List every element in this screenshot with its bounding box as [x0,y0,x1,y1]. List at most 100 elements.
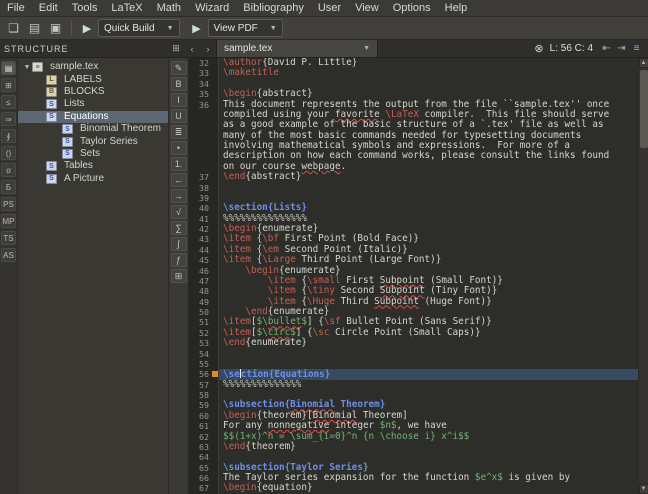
line-number[interactable]: 52 [189,328,211,338]
tikz-icon[interactable]: TS [1,231,16,245]
goto-prev-mark-icon[interactable]: ⇤ [599,43,614,54]
editor-line-53[interactable]: 53 \end{enumerate} [189,338,638,348]
menu-file[interactable]: File [0,1,32,15]
align-icon[interactable]: ≣ [171,125,187,139]
menu-view[interactable]: View [348,1,386,15]
editor-rows[interactable]: 32 \author{David P. Little} 33 \maketitle 34… [189,58,638,494]
scrollbar-thumb[interactable] [640,70,648,148]
line-number[interactable] [189,120,211,130]
misc-math-symbols-icon[interactable]: ∮ [1,129,16,143]
integral-icon[interactable]: ∫ [171,237,187,251]
structure-item-lists[interactable]: SLists [18,98,168,110]
greek-letters-icon[interactable]: α [1,163,16,177]
structure-item-blocks[interactable]: BBLOCKS [18,86,168,98]
enumerate-icon[interactable]: 1. [171,157,187,171]
run-view-pdf-icon[interactable]: ▶ [188,19,206,37]
code-text[interactable] [219,349,638,359]
pstricks-icon[interactable]: PS [1,197,16,211]
line-number[interactable]: 67 [189,483,211,493]
line-number[interactable]: 49 [189,297,211,307]
line-number[interactable]: 64 [189,452,211,462]
menu-math[interactable]: Math [150,1,188,15]
structure-item-equations[interactable]: SEquations [18,111,168,123]
line-number[interactable]: 58 [189,390,211,400]
line-number[interactable]: 34 [189,79,211,89]
quick-build-dropdown[interactable]: Quick Build ▼ [98,19,180,37]
view-pdf-dropdown[interactable]: View PDF ▼ [208,19,283,37]
cyrillic-letters-icon[interactable]: Б [1,180,16,194]
line-number[interactable]: 38 [189,183,211,193]
scroll-down-icon[interactable]: ▼ [639,484,648,494]
right-arrow-icon[interactable]: → [171,189,187,203]
open-file-icon[interactable]: ▤ [25,19,44,37]
scroll-up-icon[interactable]: ▲ [639,58,648,68]
line-number[interactable]: 40 [189,203,211,213]
line-number[interactable] [189,162,211,172]
line-number[interactable]: 32 [189,58,211,68]
close-document-icon[interactable]: ⊗ [534,42,543,55]
menu-edit[interactable]: Edit [32,1,65,15]
code-text[interactable]: \end{theorem} [219,442,638,452]
menu-help[interactable]: Help [438,1,475,15]
itemize-icon[interactable]: • [171,141,187,155]
editor-line-63[interactable]: 63 \end{theorem} [189,442,638,452]
sum-icon[interactable]: ∑ [171,221,187,235]
line-number[interactable]: 47 [189,276,211,286]
code-text[interactable]: %%%%%%%%%%%%%% [219,380,638,390]
code-text[interactable]: \end{enumerate} [219,338,638,348]
line-number[interactable]: 60 [189,411,211,421]
line-number[interactable]: 63 [189,442,211,452]
menu-bibliography[interactable]: Bibliography [236,1,311,15]
editor-line-54[interactable]: 54 [189,349,638,359]
metapost-icon[interactable]: MP [1,214,16,228]
tab-dropdown-icon[interactable]: ▼ [363,45,370,52]
line-number[interactable]: 48 [189,286,211,296]
line-number[interactable] [189,141,211,151]
editor-line-67[interactable]: 67\begin{equation} [189,483,638,493]
tab-scroll-left-icon[interactable]: ‹ [185,42,199,56]
line-number[interactable]: 59 [189,400,211,410]
italic-icon[interactable]: I [171,93,187,107]
code-text[interactable] [219,183,638,193]
line-number[interactable]: 62 [189,432,211,442]
matrix-icon[interactable]: ⊞ [171,269,187,283]
line-number[interactable]: 33 [189,68,211,78]
code-text[interactable]: \author{David P. Little} [219,58,638,68]
underline-icon[interactable]: U [171,109,187,123]
asymptote-icon[interactable]: AS [1,248,16,262]
save-file-icon[interactable]: ▣ [46,19,65,37]
menu-latex[interactable]: LaTeX [104,1,149,15]
code-text[interactable] [219,359,638,369]
line-number[interactable]: 42 [189,224,211,234]
line-number[interactable]: 35 [189,89,211,99]
line-number[interactable]: 54 [189,349,211,359]
line-number[interactable]: 46 [189,266,211,276]
menu-user[interactable]: User [311,1,348,15]
edit-icon[interactable]: ✎ [171,61,187,75]
menu-options[interactable]: Options [386,1,438,15]
code-text[interactable]: \end{abstract} [219,172,638,182]
delimiters-icon[interactable]: () [1,146,16,160]
menu-wizard[interactable]: Wizard [188,1,236,15]
structure-panel-icon[interactable]: ▤ [1,61,16,75]
editor-line-57[interactable]: 57%%%%%%%%%%%%%% [189,380,638,390]
code-text[interactable]: \maketitle [219,68,638,78]
new-file-icon[interactable]: ❏ [4,19,23,37]
line-number[interactable]: 43 [189,234,211,244]
line-number[interactable]: 65 [189,463,211,473]
tree-expander-icon[interactable]: ▼ [22,64,32,71]
line-number[interactable]: 66 [189,473,211,483]
left-arrow-icon[interactable]: ← [171,173,187,187]
structure-item-a-picture[interactable]: SA Picture [18,173,168,185]
line-number[interactable]: 53 [189,338,211,348]
bold-icon[interactable]: B [171,77,187,91]
structure-item-labels[interactable]: LLABELS [18,73,168,85]
relation-symbols-icon[interactable]: ≤ [1,95,16,109]
line-number[interactable]: 37 [189,172,211,182]
menu-tools[interactable]: Tools [65,1,105,15]
editor-line-33[interactable]: 33 \maketitle [189,68,638,78]
line-number[interactable]: 57 [189,380,211,390]
line-number[interactable]: 45 [189,255,211,265]
symbol-grid-icon[interactable]: ⊞ [1,78,16,92]
line-number[interactable]: 50 [189,307,211,317]
